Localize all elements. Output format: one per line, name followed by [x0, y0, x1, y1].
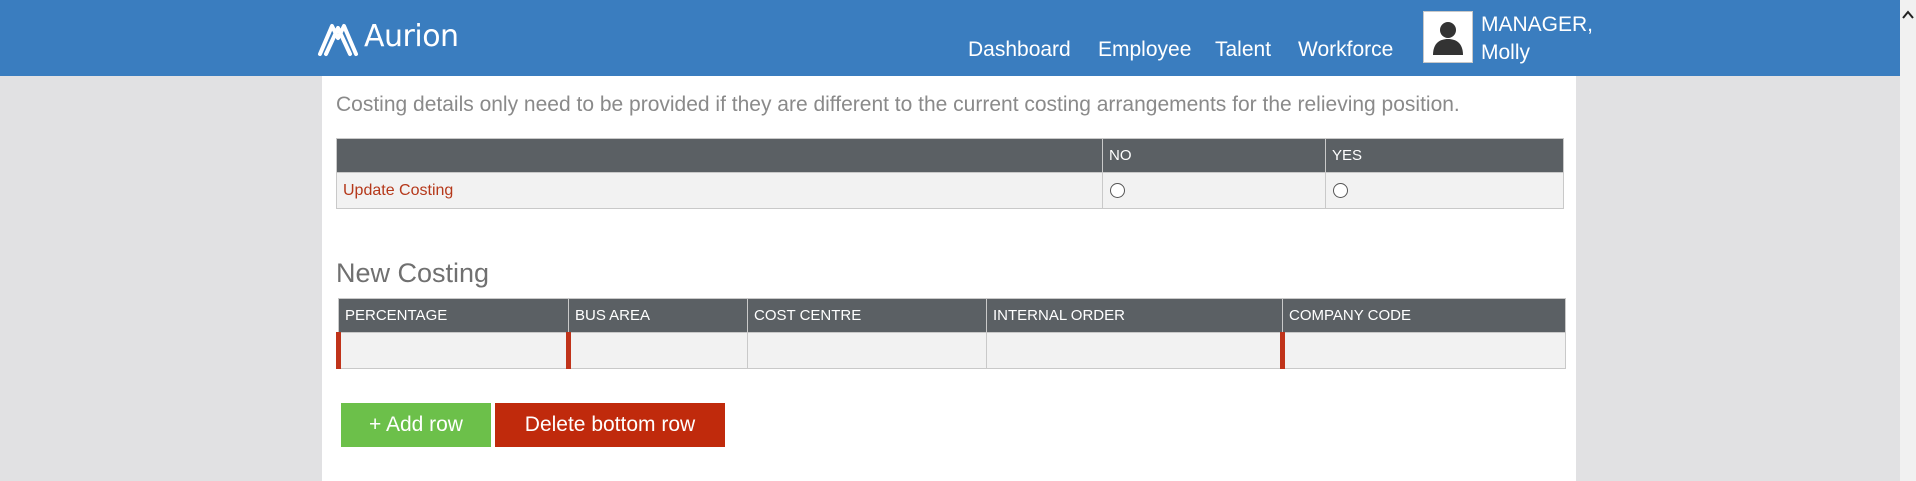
update-costing-no-radio[interactable] [1110, 182, 1125, 198]
user-name[interactable]: MANAGER, Molly [1481, 11, 1593, 67]
nav-talent[interactable]: Talent [1215, 38, 1271, 62]
chevron-up-icon [1902, 10, 1914, 19]
user-name-line1: MANAGER, [1481, 13, 1594, 36]
update-costing-header-row: NO YES [336, 138, 1564, 173]
update-costing-no-cell [1102, 172, 1326, 209]
user-name-line2: Molly [1481, 41, 1531, 64]
update-costing-yes-radio[interactable] [1333, 182, 1348, 198]
top-navigation-bar: Aurion Dashboard Employee Talent Workfor… [0, 0, 1900, 76]
aurion-logo-icon [318, 24, 358, 56]
bus-area-input[interactable] [566, 332, 748, 369]
company-code-input[interactable] [1280, 332, 1566, 369]
page-scrollbar[interactable] [1900, 0, 1916, 481]
logo-text: Aurion [364, 18, 459, 54]
nav-workforce[interactable]: Workforce [1298, 38, 1393, 62]
update-costing-yes-cell [1325, 172, 1564, 209]
update-costing-label[interactable]: Update Costing [343, 182, 453, 199]
update-costing-table: NO YES Update Costing [336, 138, 1564, 209]
column-header-blank [336, 138, 1103, 173]
avatar[interactable] [1423, 11, 1473, 63]
update-costing-label-cell: Update Costing [336, 172, 1103, 209]
column-header-yes: YES [1325, 138, 1564, 173]
internal-order-input[interactable] [986, 332, 1283, 369]
percentage-input[interactable] [336, 332, 569, 369]
nav-dashboard[interactable]: Dashboard [968, 38, 1071, 62]
table-row [336, 332, 1566, 369]
column-header-cost-centre: COST CENTRE [747, 298, 987, 333]
aurion-logo[interactable]: Aurion [316, 14, 459, 58]
column-header-percentage: PERCENTAGE [338, 298, 569, 333]
add-row-button[interactable]: + Add row [341, 403, 491, 447]
column-header-company-code: COMPANY CODE [1282, 298, 1566, 333]
new-costing-title: New Costing [336, 258, 490, 288]
nav-employee[interactable]: Employee [1098, 38, 1191, 62]
update-costing-row: Update Costing [336, 172, 1564, 209]
delete-bottom-row-button[interactable]: Delete bottom row [495, 403, 725, 447]
costing-note: Costing details only need to be provided… [336, 93, 1460, 116]
column-header-bus-area: BUS AREA [568, 298, 748, 333]
person-icon [1433, 22, 1463, 55]
new-costing-table: PERCENTAGE BUS AREA COST CENTRE INTERNAL… [336, 298, 1566, 369]
cost-centre-input[interactable] [747, 332, 987, 369]
column-header-no: NO [1102, 138, 1326, 173]
new-costing-header-row: PERCENTAGE BUS AREA COST CENTRE INTERNAL… [338, 298, 1566, 333]
column-header-internal-order: INTERNAL ORDER [986, 298, 1283, 333]
scroll-up-button[interactable] [1900, 6, 1916, 24]
